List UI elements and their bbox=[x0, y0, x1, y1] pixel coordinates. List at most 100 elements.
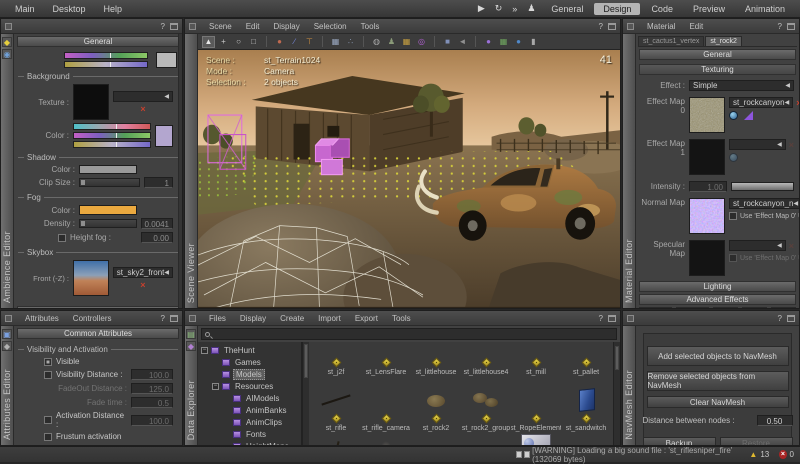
panel-menu-icon[interactable] bbox=[627, 314, 634, 322]
ambience-scrollbar[interactable] bbox=[178, 34, 182, 308]
asset-st_sandwitch[interactable]: st_sandwitch bbox=[561, 376, 611, 432]
tree-item-AIModels[interactable]: AIModels bbox=[198, 392, 301, 404]
material-section-texturing[interactable]: Texturing bbox=[639, 64, 796, 75]
sparkle-icon[interactable]: ◆ bbox=[2, 37, 12, 47]
normal-map-thumbnail[interactable] bbox=[689, 198, 725, 234]
menu-tools[interactable]: Tools bbox=[385, 314, 418, 323]
use-uv-checkbox[interactable] bbox=[729, 212, 737, 220]
collapse-icon[interactable]: − bbox=[201, 346, 208, 354]
menu-attributes[interactable]: Attributes bbox=[18, 314, 66, 323]
dropdown-arrow-icon[interactable]: ◀ bbox=[777, 141, 782, 148]
help-icon[interactable]: ? bbox=[778, 314, 782, 323]
activation-distance-value[interactable]: 100.0 bbox=[131, 414, 173, 426]
graph-tool-icon[interactable]: ∴ bbox=[344, 36, 357, 48]
pencil-tool-icon[interactable]: ∕ bbox=[288, 36, 301, 48]
asset-st_RopeElement[interactable]: st_RopeElement bbox=[511, 376, 561, 432]
select-tool-icon[interactable]: ▲ bbox=[202, 35, 215, 48]
add-to-navmesh-button[interactable]: Add selected objects to NavMesh bbox=[646, 346, 789, 366]
skybox-preview[interactable] bbox=[73, 260, 109, 296]
fog-density-slider[interactable] bbox=[79, 219, 137, 228]
section-common-attributes[interactable]: Common Attributes bbox=[17, 328, 179, 339]
section-general[interactable]: General bbox=[17, 36, 179, 47]
help-icon[interactable]: ? bbox=[599, 22, 603, 31]
tree-item-Resources[interactable]: − Resources bbox=[198, 380, 301, 392]
tab-st_rock2[interactable]: st_rock2 bbox=[705, 36, 742, 46]
asset-st_sun[interactable]: st_sun bbox=[461, 432, 511, 445]
asset-st_mill[interactable]: st_mill bbox=[511, 342, 561, 376]
preview-sphere-button[interactable]: ● bbox=[713, 307, 738, 308]
menu-import[interactable]: Import bbox=[311, 314, 348, 323]
globe-tool-icon[interactable]: ● bbox=[512, 36, 525, 48]
texture-tool-icon[interactable]: ▦ bbox=[400, 36, 413, 48]
refresh-icon[interactable]: ↻ bbox=[490, 3, 508, 14]
help-icon[interactable]: ? bbox=[161, 314, 165, 323]
menu-material[interactable]: Material bbox=[640, 22, 682, 31]
menu-desktop[interactable]: Desktop bbox=[44, 4, 95, 14]
ambient-color-swatch[interactable] bbox=[156, 52, 177, 68]
menu-controllers[interactable]: Controllers bbox=[66, 314, 119, 323]
fog-density-value[interactable]: 0.0041 bbox=[140, 218, 173, 229]
play-icon[interactable]: ▶ bbox=[473, 3, 490, 14]
height-fog-checkbox[interactable] bbox=[58, 233, 66, 242]
effect-dropdown[interactable]: Simple ◀ bbox=[689, 80, 794, 91]
grid-scrollbar[interactable] bbox=[613, 342, 620, 445]
clip-size-value[interactable]: 1 bbox=[143, 177, 173, 188]
material-section-advanced[interactable]: Advanced Effects bbox=[639, 294, 796, 305]
normal-map-dropdown[interactable]: st_rockcanyon_n ◀ bbox=[729, 198, 799, 209]
color-gradient-bar[interactable] bbox=[64, 61, 148, 68]
effect-map0-dropdown[interactable]: st_rockcanyon ◀ bbox=[729, 97, 794, 108]
mesh-tool-icon[interactable]: ▦ bbox=[497, 36, 510, 48]
distance-value[interactable]: 0.50 bbox=[756, 415, 793, 426]
tree-item-AnimBanks[interactable]: AnimBanks bbox=[198, 404, 301, 416]
material-section-lighting[interactable]: Lighting bbox=[639, 281, 796, 292]
menu-edit[interactable]: Edit bbox=[682, 22, 710, 31]
asset-st_sunflower[interactable]: st_sunflower bbox=[511, 432, 561, 445]
backup-button[interactable]: Backup bbox=[642, 437, 716, 445]
cube-tool-icon[interactable]: ■ bbox=[441, 36, 454, 48]
collapse-icon[interactable]: − bbox=[212, 382, 219, 390]
dock-icon[interactable] bbox=[787, 314, 795, 322]
menu-files[interactable]: Files bbox=[202, 314, 233, 323]
tree-scrollbar[interactable] bbox=[302, 342, 309, 445]
menu-main[interactable]: Main bbox=[6, 4, 44, 14]
tab-st_cactus1_vertex[interactable]: st_cactus1_vertex bbox=[638, 36, 705, 46]
asset-st_rifle_camera[interactable]: st_rifle_camera bbox=[361, 376, 411, 432]
color-gradient-bar[interactable] bbox=[73, 132, 151, 139]
postfx-button[interactable]: PostFX bbox=[17, 306, 179, 308]
clip-size-slider[interactable] bbox=[79, 178, 140, 187]
preview-cone-button[interactable]: ▲ bbox=[771, 307, 796, 308]
asset-st_pallet[interactable]: st_pallet bbox=[561, 342, 611, 376]
dropdown-arrow-icon[interactable]: ◀ bbox=[164, 269, 169, 276]
menu-export[interactable]: Export bbox=[348, 314, 385, 323]
preview-plane-button[interactable]: ▬ bbox=[742, 307, 767, 308]
tab-code[interactable]: Code bbox=[642, 3, 682, 15]
axe-tool-icon[interactable]: ⊤ bbox=[303, 36, 316, 48]
stop-button[interactable]: ■ Stop bbox=[676, 307, 709, 308]
remove-map0-icon[interactable]: × bbox=[796, 98, 799, 107]
scroll-page-button[interactable] bbox=[524, 451, 531, 458]
tree-item-AnimClips[interactable]: AnimClips bbox=[198, 416, 301, 428]
asset-st_j2f[interactable]: st_j2f bbox=[311, 342, 361, 376]
group-tool-icon[interactable]: ♟ bbox=[385, 36, 398, 48]
tree-item-Models[interactable]: Models bbox=[198, 368, 301, 380]
asset-st_rifle[interactable]: st_rifle bbox=[311, 376, 361, 432]
menu-selection[interactable]: Selection bbox=[307, 22, 354, 31]
material-section-general[interactable]: General bbox=[639, 49, 796, 60]
help-icon[interactable]: ? bbox=[599, 314, 603, 323]
lock-tool-icon[interactable]: ◍ bbox=[370, 36, 383, 48]
skybox-dropdown[interactable]: st_sky2_front ◀ bbox=[112, 267, 173, 278]
clear-navmesh-button[interactable]: Clear NavMesh bbox=[646, 396, 789, 408]
dropdown-arrow-icon[interactable]: ◀ bbox=[164, 93, 169, 100]
color-gradient-bar[interactable] bbox=[73, 123, 151, 130]
package-icon[interactable]: ◆ bbox=[186, 341, 196, 351]
dropdown-arrow-icon[interactable]: ◀ bbox=[785, 82, 790, 89]
asset-st_rock2_group[interactable]: st_rock2_group bbox=[461, 376, 511, 432]
color-gradient-bar[interactable] bbox=[73, 141, 151, 148]
error-icon[interactable]: × bbox=[779, 450, 787, 459]
viewport-3d[interactable]: Scene : st_Terrain1024 Mode : Camera Selec… bbox=[198, 50, 620, 308]
grid-tool-icon[interactable]: ▦ bbox=[329, 36, 342, 48]
background-texture-swatch[interactable] bbox=[73, 84, 109, 120]
asset-st_LensFlare[interactable]: st_LensFlare bbox=[361, 342, 411, 376]
color-gradient-bar[interactable] bbox=[64, 52, 148, 59]
help-icon[interactable]: ? bbox=[161, 22, 165, 31]
